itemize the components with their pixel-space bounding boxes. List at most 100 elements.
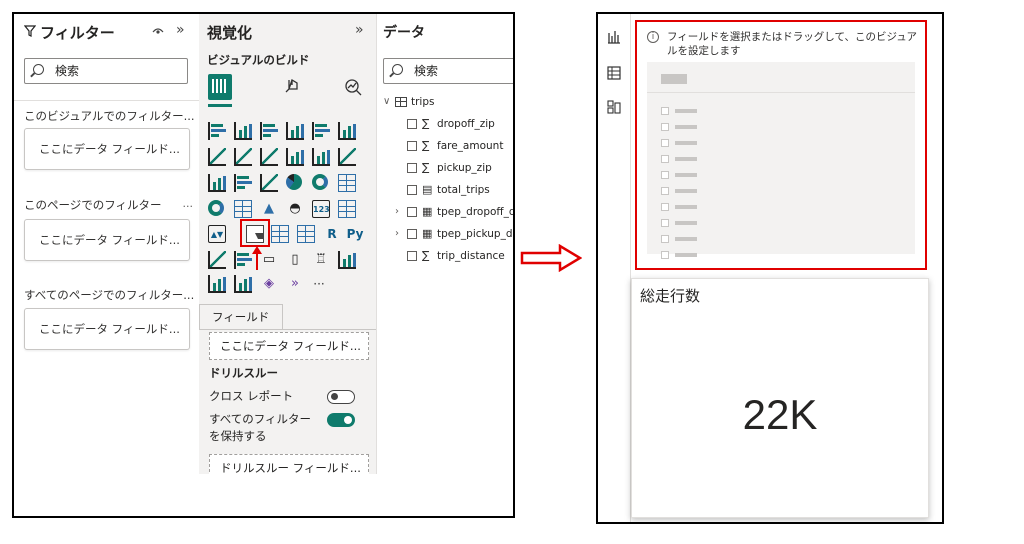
all-pages-filters-drop[interactable]: ここにデータ フィールド... — [24, 308, 190, 350]
chevron-right-icon[interactable]: › — [395, 224, 407, 244]
sigma-icon: ∑ — [422, 249, 430, 262]
collapse-visualizations-icon[interactable]: » — [355, 22, 364, 38]
bottom-blank-area — [199, 474, 513, 516]
stacked-bar-chart-icon[interactable] — [208, 122, 226, 140]
calculator-icon: ▤ — [422, 183, 433, 196]
report-view-icon[interactable] — [607, 30, 621, 44]
chevron-visual-icon[interactable]: » — [286, 275, 304, 293]
skeleton-row — [661, 164, 697, 179]
filters-search-input[interactable]: 検索 — [24, 58, 188, 84]
info-icon: i — [647, 31, 659, 43]
clustered-column-chart-icon[interactable] — [286, 122, 304, 140]
field-tpep-pickup[interactable]: › ▦ tpep_pickup_dat — [395, 224, 513, 244]
visualizations-title: 視覚化 — [207, 24, 253, 42]
ribbon-chart-icon[interactable] — [338, 148, 356, 166]
kpi-icon[interactable]: ▲▼ — [208, 225, 226, 243]
table-node-trips[interactable]: ∨ trips — [383, 92, 435, 112]
line-chart-icon[interactable] — [208, 148, 226, 166]
red-pointer-arrow — [256, 250, 258, 270]
gauge-icon[interactable]: ◓ — [286, 200, 304, 218]
treemap-icon[interactable] — [338, 174, 356, 192]
field-checkbox[interactable] — [407, 229, 417, 239]
power-apps-icon[interactable] — [208, 275, 226, 293]
fields-drop-zone[interactable]: ここにデータ フィールド... — [209, 332, 369, 360]
analytics-icon[interactable] — [343, 77, 363, 97]
field-pickup-zip[interactable]: ∑ pickup_zip — [395, 158, 492, 178]
skeleton-row — [661, 196, 697, 211]
multi-row-card-icon[interactable] — [338, 200, 356, 218]
fields-tab[interactable]: フィールド — [199, 304, 283, 330]
deneb-visual-icon[interactable]: ◈ — [260, 275, 278, 293]
format-visual-icon[interactable] — [283, 77, 303, 97]
r-script-visual-icon[interactable]: R — [323, 225, 341, 243]
key-influencers-icon[interactable] — [208, 251, 226, 269]
visual-filters-label: このビジュアルでのフィルター... — [24, 109, 195, 123]
transition-arrow-icon — [520, 244, 582, 272]
table-view-icon[interactable] — [607, 66, 621, 80]
slicer-visual-placeholder[interactable]: i フィールドを選択またはドラッグして、このビジュアルを設定します — [635, 20, 927, 270]
sigma-icon: ∑ — [422, 117, 430, 130]
field-fare-amount[interactable]: ∑ fare_amount — [395, 136, 503, 156]
build-visual-tab[interactable] — [208, 74, 232, 100]
100-percent-bar-chart-icon[interactable] — [312, 122, 330, 140]
decomposition-tree-icon[interactable] — [234, 251, 252, 269]
data-pane: データ 検索 ∨ trips ∑ dropoff_zip ∑ fare_amount … — [376, 14, 513, 516]
model-view-icon[interactable] — [607, 100, 621, 114]
chevron-down-icon[interactable]: ∨ — [383, 92, 395, 112]
line-and-column-chart-icon[interactable] — [286, 148, 304, 166]
cross-report-toggle[interactable] — [327, 390, 355, 404]
goals-icon[interactable]: ♖ — [312, 251, 330, 269]
field-trip-distance[interactable]: ∑ trip_distance — [395, 246, 505, 266]
stacked-area-chart-icon[interactable] — [260, 148, 278, 166]
100-percent-column-chart-icon[interactable] — [338, 122, 356, 140]
field-checkbox[interactable] — [407, 141, 417, 151]
filters-title: フィルター — [40, 24, 115, 42]
paginated-report-icon[interactable] — [338, 251, 356, 269]
page-filters-drop[interactable]: ここにデータ フィールド... — [24, 219, 190, 261]
filled-map-icon[interactable] — [234, 200, 252, 218]
skeleton-header — [661, 74, 687, 84]
matrix-visual-icon[interactable] — [297, 225, 315, 243]
map-icon[interactable] — [208, 200, 224, 216]
keep-filters-label-line1: すべてのフィルター — [209, 412, 312, 426]
calendar-icon: ▦ — [422, 227, 433, 240]
table-visual-icon[interactable] — [271, 225, 289, 243]
line-and-clustered-column-icon[interactable] — [312, 148, 330, 166]
azure-map-icon[interactable]: ▲ — [260, 200, 278, 218]
funnel-chart-icon[interactable] — [234, 174, 252, 192]
stacked-column-chart-icon[interactable] — [234, 122, 252, 140]
clustered-bar-chart-icon[interactable] — [260, 122, 278, 140]
field-total-trips[interactable]: ▤ total_trips — [395, 180, 490, 200]
field-checkbox[interactable] — [407, 251, 417, 261]
qa-visual-icon[interactable]: ▭ — [260, 251, 278, 269]
python-visual-icon[interactable]: Py — [344, 225, 366, 243]
chevron-right-icon[interactable]: › — [395, 202, 407, 222]
field-checkbox[interactable] — [407, 207, 417, 217]
donut-chart-icon[interactable] — [312, 174, 328, 190]
skeleton-row — [661, 212, 697, 227]
more-visuals-icon[interactable]: ··· — [310, 275, 328, 293]
field-checkbox[interactable] — [407, 163, 417, 173]
field-dropoff-zip[interactable]: ∑ dropoff_zip — [395, 114, 495, 134]
data-title: データ — [383, 25, 425, 41]
waterfall-chart-icon[interactable] — [208, 174, 226, 192]
page-filters-more-icon[interactable]: ... — [183, 197, 194, 210]
power-automate-icon[interactable] — [234, 275, 252, 293]
smart-narrative-icon[interactable]: ▯ — [286, 251, 304, 269]
field-tpep-dropoff[interactable]: › ▦ tpep_dropoff_da — [395, 202, 513, 222]
data-search-input[interactable]: 検索 — [383, 58, 513, 84]
card-icon[interactable]: 123 — [312, 200, 330, 218]
collapse-filters-icon[interactable]: » — [176, 22, 185, 38]
card-visual[interactable]: 総走行数 22K — [631, 278, 929, 518]
scatter-chart-icon[interactable] — [260, 174, 278, 192]
eye-icon[interactable] — [152, 27, 164, 36]
visual-filters-drop[interactable]: ここにデータ フィールド... — [24, 128, 190, 170]
field-checkbox[interactable] — [407, 119, 417, 129]
area-chart-icon[interactable] — [234, 148, 252, 166]
filters-search-placeholder: 検索 — [55, 64, 80, 78]
pie-chart-icon[interactable] — [286, 174, 302, 190]
powerbi-panes-screenshot: フィルター » 検索 このビジュアルでのフィルター... ここにデータ フィール… — [12, 12, 515, 518]
filter-icon — [24, 25, 36, 37]
field-checkbox[interactable] — [407, 185, 417, 195]
keep-filters-toggle[interactable] — [327, 413, 355, 427]
